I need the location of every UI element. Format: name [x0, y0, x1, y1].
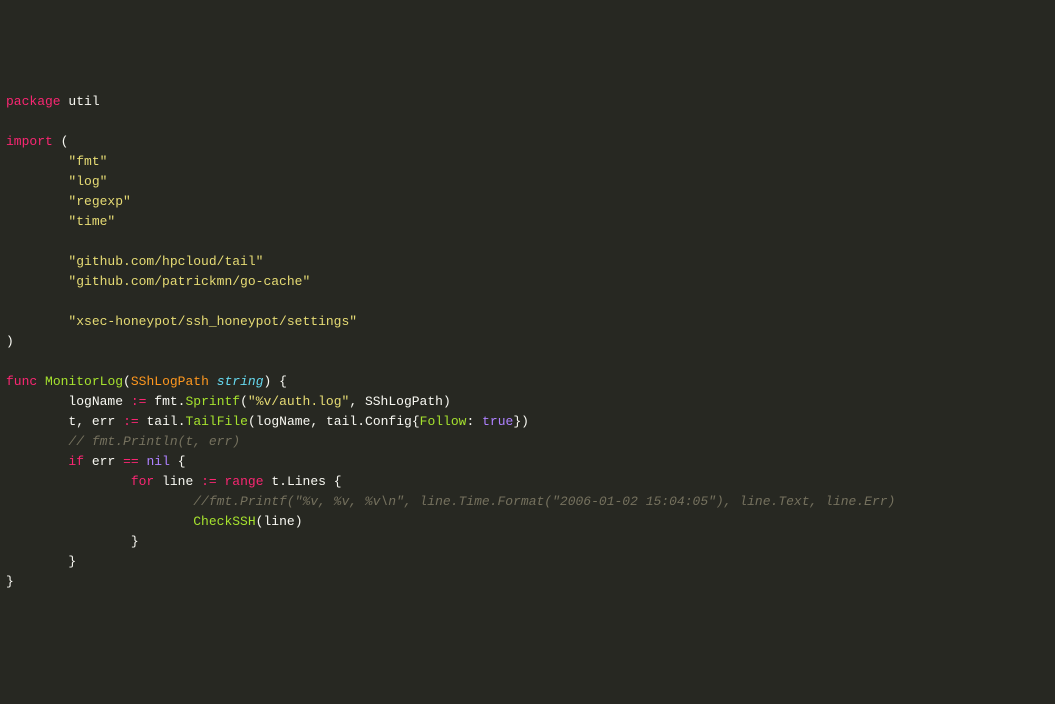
- op-eq: ==: [123, 454, 139, 469]
- var-err: err: [92, 414, 115, 429]
- comment-printf: //fmt.Printf("%v, %v, %v\n", line.Time.F…: [193, 494, 895, 509]
- brace-close: }: [68, 554, 76, 569]
- literal-true: true: [482, 414, 513, 429]
- arg-logname: logName: [256, 414, 311, 429]
- code-block: package util import ( "fmt" "log" "regex…: [6, 92, 1049, 592]
- comma: ,: [349, 394, 357, 409]
- expr-t: t: [271, 474, 279, 489]
- paren-close: ): [443, 394, 451, 409]
- call-checkssh: CheckSSH: [193, 514, 255, 529]
- arg-line: line: [263, 514, 294, 529]
- dot: .: [357, 414, 365, 429]
- keyword-import: import: [6, 134, 53, 149]
- dot: .: [279, 474, 287, 489]
- func-name: MonitorLog: [45, 374, 123, 389]
- keyword-func: func: [6, 374, 37, 389]
- brace-open: {: [279, 374, 287, 389]
- var-line: line: [162, 474, 193, 489]
- package-name: util: [68, 94, 99, 109]
- paren-open: (: [240, 394, 248, 409]
- paren-close: ): [295, 514, 303, 529]
- method-tailfile: TailFile: [186, 414, 248, 429]
- import-regexp: "regexp": [68, 194, 130, 209]
- import-settings: "xsec-honeypot/ssh_honeypot/settings": [68, 314, 357, 329]
- paren-close: ): [264, 374, 272, 389]
- brace-close: }: [131, 534, 139, 549]
- var-logname: logName: [68, 394, 123, 409]
- pkg-tail: tail: [147, 414, 178, 429]
- arg: SShLogPath: [365, 394, 443, 409]
- op-decl: :=: [131, 394, 147, 409]
- brace-open: {: [412, 414, 420, 429]
- pkg-fmt: fmt: [154, 394, 177, 409]
- brace-open: {: [178, 454, 186, 469]
- import-gocache: "github.com/patrickmn/go-cache": [68, 274, 310, 289]
- literal-nil: nil: [146, 454, 169, 469]
- colon: :: [466, 414, 474, 429]
- pkg-tail: tail: [326, 414, 357, 429]
- field-lines: Lines: [287, 474, 326, 489]
- param-type: string: [217, 374, 264, 389]
- paren-close: ): [521, 414, 529, 429]
- field-follow: Follow: [420, 414, 467, 429]
- brace-close: }: [6, 574, 14, 589]
- import-tail: "github.com/hpcloud/tail": [68, 254, 263, 269]
- import-log: "log": [68, 174, 107, 189]
- brace-open: {: [334, 474, 342, 489]
- comma: ,: [310, 414, 318, 429]
- op-decl: :=: [201, 474, 217, 489]
- paren-close: ): [6, 334, 14, 349]
- paren-open: (: [61, 134, 69, 149]
- fmt-string: "%v/auth.log": [248, 394, 349, 409]
- param-name: SShLogPath: [131, 374, 209, 389]
- paren-open: (: [123, 374, 131, 389]
- paren-open: (: [248, 414, 256, 429]
- type-config: Config: [365, 414, 412, 429]
- comment-println: // fmt.Println(t, err): [68, 434, 240, 449]
- keyword-for: for: [131, 474, 154, 489]
- keyword-range: range: [225, 474, 264, 489]
- dot: .: [178, 414, 186, 429]
- keyword-if: if: [68, 454, 84, 469]
- op-decl: :=: [123, 414, 139, 429]
- import-time: "time": [68, 214, 115, 229]
- import-fmt: "fmt": [68, 154, 107, 169]
- brace-close: }: [513, 414, 521, 429]
- keyword-package: package: [6, 94, 61, 109]
- var-err: err: [92, 454, 115, 469]
- comma: ,: [76, 414, 84, 429]
- method-sprintf: Sprintf: [185, 394, 240, 409]
